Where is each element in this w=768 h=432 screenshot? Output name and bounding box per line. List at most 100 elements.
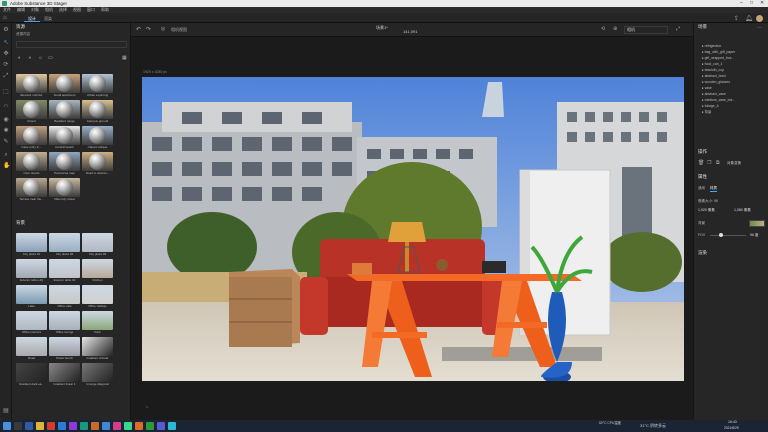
backplate-tile[interactable]: Kitchen bbox=[82, 259, 113, 283]
move-tool-icon[interactable]: ✥ bbox=[3, 51, 9, 57]
group-icon[interactable]: ⧉ bbox=[716, 160, 720, 166]
minimize-icon[interactable]: – bbox=[740, 0, 743, 7]
delete-icon[interactable]: 🗑︎ bbox=[698, 160, 704, 166]
camera-dropdown[interactable]: 相机 bbox=[624, 26, 668, 34]
taskview-icon[interactable] bbox=[25, 422, 33, 430]
magnet-tool-icon[interactable]: ∩ bbox=[3, 103, 9, 109]
environment-tile[interactable]: Cave entry in... bbox=[16, 126, 47, 150]
scene-tree-item[interactable]: ▸ 背景 bbox=[694, 109, 768, 115]
app-icon-4[interactable] bbox=[113, 422, 121, 430]
grid-view-icon[interactable]: ▦ bbox=[122, 55, 127, 61]
more-options-icon[interactable]: ⋯ bbox=[757, 25, 762, 31]
environment-tile[interactable]: Elevator corridor bbox=[16, 74, 47, 98]
paint-tool-icon[interactable]: ✎ bbox=[3, 139, 9, 145]
fov-slider-handle[interactable] bbox=[719, 233, 723, 237]
environment-tile[interactable]: Central beach bbox=[49, 126, 80, 150]
frame-tool-icon[interactable]: ⬚ bbox=[3, 89, 9, 95]
home-icon[interactable]: ⌂ bbox=[3, 15, 10, 21]
environment-tile[interactable]: Airport bbox=[16, 100, 47, 124]
scene-render[interactable] bbox=[142, 77, 684, 381]
expand-icon[interactable]: ⤢ bbox=[676, 26, 680, 32]
environment-tile[interactable]: Small apartment bbox=[49, 74, 80, 98]
select-tool-icon[interactable]: ↖ bbox=[3, 40, 9, 46]
background-swatch[interactable] bbox=[749, 220, 765, 227]
backplate-tile[interactable]: Gradient circular bbox=[82, 337, 113, 361]
environment-tile[interactable]: Classic artique bbox=[82, 126, 113, 150]
tab-design[interactable]: 设计 bbox=[24, 15, 40, 22]
close-icon[interactable]: ✕ bbox=[760, 0, 764, 7]
target-icon[interactable]: ⊕ bbox=[613, 26, 617, 32]
app-icon-7[interactable] bbox=[146, 422, 154, 430]
environment-tile[interactable]: Terrace near the... bbox=[16, 178, 47, 202]
avatar[interactable] bbox=[756, 15, 763, 22]
backplate-tile[interactable]: Park bbox=[82, 311, 113, 335]
backplate-tile[interactable]: Office lounge bbox=[49, 311, 80, 335]
backplate-tile[interactable]: City plaza 02 bbox=[49, 233, 80, 257]
app-icon-8[interactable] bbox=[157, 422, 165, 430]
app-icon-1[interactable] bbox=[69, 422, 77, 430]
notifications-icon[interactable]: 🔔︎ bbox=[745, 15, 753, 22]
chrome-icon[interactable] bbox=[47, 422, 55, 430]
backplate-tile[interactable]: City plaza 03 bbox=[82, 233, 113, 257]
environment-tile[interactable]: Urban exploring bbox=[82, 74, 113, 98]
camera-tool-icon[interactable]: ◉ bbox=[3, 117, 9, 123]
undo-icon[interactable]: ↶ bbox=[136, 26, 141, 33]
material-filter-icon[interactable]: ◑ bbox=[28, 55, 31, 61]
redo-icon[interactable]: ↷ bbox=[146, 26, 151, 33]
environment-tile[interactable]: Panorama map bbox=[49, 152, 80, 176]
light-tool-icon[interactable]: ✺ bbox=[3, 128, 9, 134]
backplate-tile[interactable]: City plaza 01 bbox=[16, 233, 47, 257]
zoom-tool-icon[interactable]: ⌕ bbox=[3, 152, 9, 158]
pan-tool-icon[interactable]: ✋ bbox=[3, 163, 10, 169]
prop-tab-general[interactable]: 通用 bbox=[698, 186, 705, 191]
share-icon[interactable]: ⇪ bbox=[734, 15, 739, 22]
environment-tile[interactable]: Campus ground bbox=[82, 100, 113, 124]
rotate-tool-icon[interactable]: ⟳ bbox=[3, 62, 9, 68]
backplate-tile[interactable]: Lake bbox=[16, 285, 47, 309]
app-icon-3[interactable] bbox=[102, 422, 110, 430]
scene-tab[interactable]: 场景1* bbox=[376, 25, 388, 31]
prop-tab-material[interactable]: 材质 bbox=[710, 186, 717, 192]
refresh-icon[interactable]: ⟲ bbox=[601, 26, 605, 32]
environment-tile[interactable]: Villa cozy street bbox=[49, 178, 80, 202]
app-icon-9[interactable] bbox=[168, 422, 176, 430]
duplicate-icon[interactable]: ❐ bbox=[707, 160, 711, 166]
app-icon-2[interactable] bbox=[80, 422, 88, 430]
explorer-icon[interactable] bbox=[36, 422, 44, 430]
height-field[interactable]: 1,080 像素 bbox=[734, 208, 751, 213]
environment-tile[interactable]: Boulders range bbox=[49, 100, 80, 124]
sphere-filter-icon[interactable]: ◐ bbox=[18, 55, 21, 61]
environment-tile[interactable]: Road to downto... bbox=[82, 152, 113, 176]
tab-render[interactable]: 渲染 bbox=[40, 15, 56, 22]
scale-tool-icon[interactable]: ⤢ bbox=[3, 73, 9, 79]
edge-icon[interactable] bbox=[58, 422, 66, 430]
environment-tile[interactable]: Over clouds bbox=[16, 152, 47, 176]
backplate-tile[interactable]: Grunge diagonal bbox=[82, 363, 113, 387]
light-filter-icon[interactable]: ☼ bbox=[38, 55, 43, 61]
clock-date[interactable]: 2021/8/29 bbox=[724, 426, 739, 430]
settings-icon[interactable]: ⚙ bbox=[3, 27, 9, 33]
image-filter-icon[interactable]: ▭ bbox=[48, 55, 53, 61]
asset-filter-bar[interactable] bbox=[16, 41, 127, 48]
backplate-tile[interactable]: Office interiors bbox=[16, 311, 47, 335]
backplate-tile[interactable]: Gradient dark ea... bbox=[16, 363, 47, 387]
width-field[interactable]: 1,920 像素 bbox=[698, 208, 715, 213]
viewport[interactable]: 1920 x 1080 px ⌞ bbox=[131, 37, 693, 420]
backplate-tile[interactable]: Office hallway bbox=[82, 285, 113, 309]
fov-value[interactable]: 96 度 bbox=[750, 233, 758, 238]
camera-view-icon[interactable]: ◎ bbox=[161, 26, 165, 32]
backplate-tile[interactable]: Street bench bbox=[49, 337, 80, 361]
backplate-tile[interactable]: Exterior table 02 bbox=[49, 259, 80, 283]
start-icon[interactable] bbox=[3, 422, 11, 430]
assets-subtab[interactable]: 资源内容 bbox=[12, 31, 130, 37]
weather[interactable]: 31°C 阴转多云 bbox=[640, 423, 666, 429]
object-transform-button[interactable]: 对象变换 bbox=[727, 161, 741, 166]
fov-slider[interactable] bbox=[710, 235, 746, 236]
backplate-tile[interactable]: Gradient linear 1 bbox=[49, 363, 80, 387]
stager-icon[interactable] bbox=[91, 422, 99, 430]
backplate-tile[interactable]: Road bbox=[16, 337, 47, 361]
search-icon[interactable] bbox=[14, 422, 22, 430]
backplate-tile[interactable]: Office cafe bbox=[49, 285, 80, 309]
clock-time[interactable]: 16:43 bbox=[728, 420, 737, 424]
app-icon-5[interactable] bbox=[124, 422, 132, 430]
